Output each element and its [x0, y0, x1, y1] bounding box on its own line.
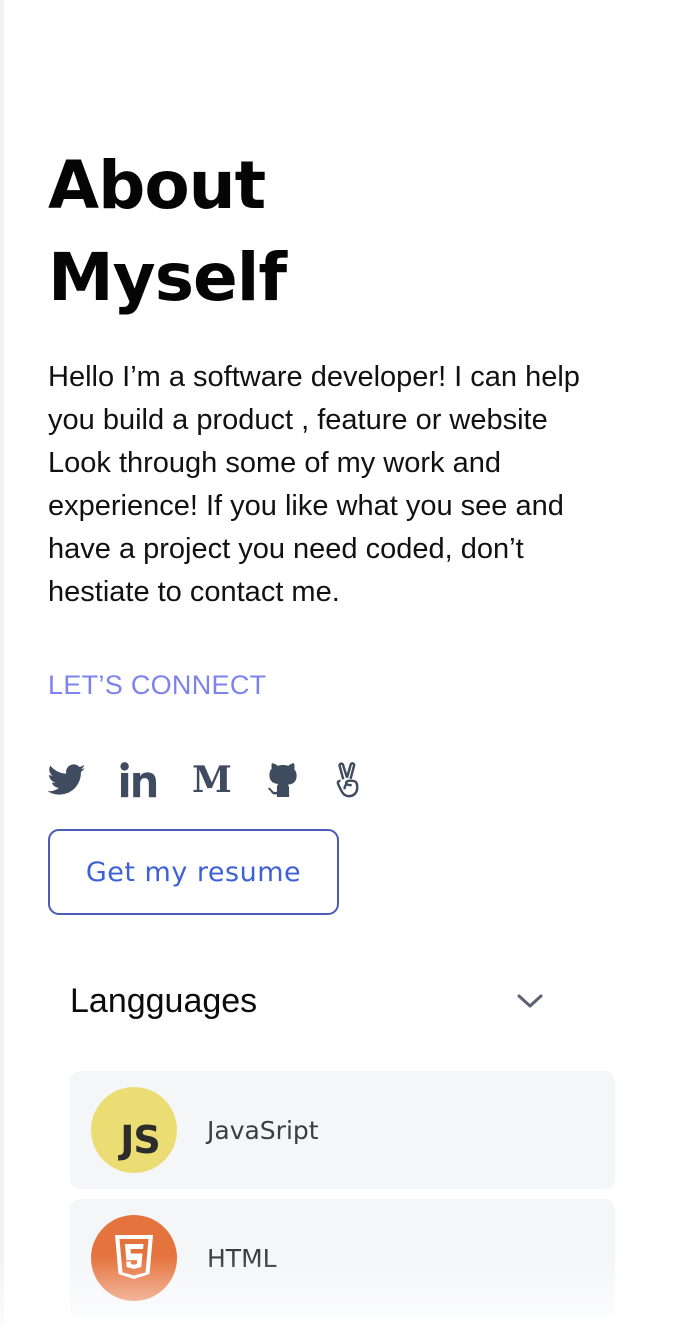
languages-accordion-header[interactable]: Langguages	[70, 975, 550, 1027]
linkedin-icon	[120, 762, 157, 798]
javascript-icon: JS	[91, 1087, 177, 1173]
page-title-line: About	[48, 147, 266, 224]
bio-line: have a project you need coded, don’t	[48, 533, 524, 565]
html5-shield-icon	[115, 1235, 153, 1279]
html5-icon	[91, 1215, 177, 1301]
languages-list: JS JavaSript HTML	[70, 1071, 615, 1326]
page-title-line: Myself	[48, 239, 287, 316]
language-name: JavaSript	[207, 1115, 319, 1145]
github-link[interactable]	[266, 760, 300, 800]
bio-line: you build a product , feature or website	[48, 404, 548, 436]
about-section: About Myself Hello I’m a software develo…	[48, 140, 648, 915]
javascript-logo-text: JS	[120, 1118, 161, 1162]
bio-line: Hello I’m a software developer! I can he…	[48, 361, 580, 393]
get-resume-button[interactable]: Get my resume	[48, 829, 339, 915]
chevron-down-icon	[517, 994, 543, 1008]
medium-link[interactable]: M	[192, 760, 232, 800]
bio-line: experience! If you like what you see and	[48, 490, 564, 522]
social-links: M	[48, 759, 648, 801]
languages-section-title: Langguages	[70, 981, 258, 1020]
github-icon	[268, 762, 297, 797]
left-edge-divider	[0, 0, 4, 1326]
page-title: About Myself	[48, 140, 648, 324]
list-item-html: HTML	[70, 1199, 615, 1317]
twitter-icon	[48, 764, 86, 795]
medium-icon: M	[192, 759, 232, 801]
lets-connect-label: LET’S CONNECT	[48, 670, 267, 700]
bio-line: Look through some of my work and	[48, 447, 501, 479]
angellist-icon	[336, 762, 359, 798]
bio-line: hestiate to contact me.	[48, 576, 340, 608]
bio-paragraph: Hello I’m a software developer! I can he…	[48, 356, 648, 614]
language-name: HTML	[207, 1243, 277, 1273]
angellist-link[interactable]	[334, 760, 362, 800]
list-item-javascript: JS JavaSript	[70, 1071, 615, 1189]
twitter-link[interactable]	[48, 760, 86, 800]
linkedin-link[interactable]	[120, 760, 158, 800]
